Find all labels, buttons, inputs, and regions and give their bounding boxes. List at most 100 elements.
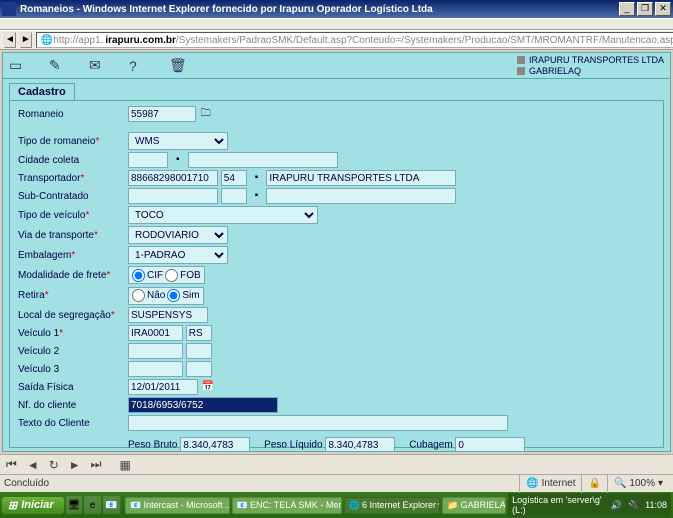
label-sub-contratado: Sub-Contratado (18, 191, 89, 202)
status-text: Concluído (4, 478, 49, 489)
veiculo1-uf[interactable] (186, 325, 212, 341)
mail-icon[interactable]: ✉ (89, 57, 129, 74)
cidade-coleta-cod[interactable] (128, 152, 168, 168)
last-icon[interactable]: ⏭ (91, 457, 102, 472)
address-bar[interactable]: 🌐 http://app1.irapuru.com.br/Systemakers… (36, 32, 673, 48)
next-icon[interactable]: ► (69, 458, 81, 472)
ql-ie-icon[interactable]: e (84, 496, 101, 514)
lookup-icon[interactable]: ▪ (171, 153, 185, 167)
status-protected: 🔒 (581, 475, 606, 493)
label-veiculo1: Veículo 1 (18, 328, 59, 339)
windows-icon: ⊞ (8, 499, 17, 512)
texto-cliente-input[interactable] (128, 415, 508, 431)
tab-cadastro[interactable]: Cadastro (9, 83, 75, 100)
label-romaneio: Romaneio (18, 109, 64, 120)
lookup-icon[interactable]: 🗀 (199, 107, 213, 121)
bullet-icon (517, 56, 525, 64)
company-info: IRAPURU TRANSPORTES LTDA GABRIELAQ (517, 55, 664, 77)
prev-icon[interactable]: ◄ (27, 458, 39, 472)
label-embalagem: Embalagem (18, 250, 71, 261)
back-button[interactable]: ◄ (4, 32, 16, 48)
status-zoom[interactable]: 🔍100% ▾ (607, 475, 669, 493)
via-transporte-select[interactable]: RODOVIARIO (128, 226, 228, 244)
label-retira: Retira (18, 290, 45, 301)
embalagem-select[interactable]: 1-PADRAO (128, 246, 228, 264)
label-transportador: Transportador (18, 173, 80, 184)
peso-bruto-value (180, 437, 250, 452)
veiculo1-placa[interactable] (128, 325, 183, 341)
sub-seq[interactable] (221, 188, 247, 204)
task-enc[interactable]: 📧 ENC: TELA SMK - Men... (232, 497, 342, 514)
status-zone: 🌐Internet (519, 475, 581, 493)
retira-nao-radio[interactable] (132, 289, 145, 302)
minimize-button[interactable]: _ (619, 2, 635, 16)
calendar-icon[interactable]: 📅 (201, 380, 215, 394)
tipo-veiculo-select[interactable]: TOCO (128, 206, 318, 224)
doc-icon[interactable]: ▭ (9, 57, 49, 74)
ie-toolbar (0, 18, 673, 30)
frete-fob-radio[interactable] (165, 269, 178, 282)
label-nf-cliente: Nf. do cliente (18, 400, 76, 411)
veiculo2-placa[interactable] (128, 343, 183, 359)
ql-desktop-icon[interactable]: 🖥 (66, 496, 83, 514)
form-panel: Romaneio 🗀 Tipo de romaneio* WMS Cidade … (9, 100, 664, 448)
window-titlebar: Romaneios - Windows Internet Explorer fo… (0, 0, 673, 18)
label-local-segregacao: Local de segregação (18, 310, 111, 321)
label-cidade-coleta: Cidade coleta (18, 155, 79, 166)
cidade-coleta-desc (188, 152, 338, 168)
help-icon[interactable]: ? (129, 58, 169, 74)
maximize-button[interactable]: ❐ (637, 2, 653, 16)
tipo-romaneio-select[interactable]: WMS (128, 132, 228, 150)
refresh-icon[interactable]: ↻ (49, 458, 59, 472)
close-button[interactable]: ✕ (655, 2, 671, 16)
transportador-cod[interactable] (128, 170, 218, 186)
address-bar-row: ◄ ► 🌐 http://app1.irapuru.com.br/Systema… (0, 30, 673, 50)
label-veiculo3: Veículo 3 (18, 364, 59, 375)
frete-fob-option[interactable]: FOB (165, 269, 201, 282)
ql-outlook-icon[interactable]: 📧 (103, 496, 120, 514)
first-icon[interactable]: ⏮ (6, 457, 17, 472)
peso-liquido-value (325, 437, 395, 452)
label-veiculo2: Veículo 2 (18, 346, 59, 357)
lookup-icon[interactable]: ▪ (250, 189, 264, 203)
label-via-transporte: Via de transporte (18, 230, 94, 241)
app-toolbar: ▭ ✎ ✉ ? 🗑 IRAPURU TRANSPORTES LTDA GABRI… (3, 53, 670, 79)
romaneio-input[interactable] (128, 106, 196, 122)
company-line1: IRAPURU TRANSPORTES LTDA (529, 55, 664, 66)
status-bar: Concluído 🌐Internet 🔒 🔍100% ▾ (0, 474, 673, 492)
saida-fisica-input[interactable] (128, 379, 198, 395)
tray-text: Logística em 'server\g' (L:) (512, 495, 605, 515)
record-nav: ⏮ ◄ ↻ ► ⏭ ▦ (0, 454, 673, 474)
transportador-nome (266, 170, 456, 186)
veiculo3-placa[interactable] (128, 361, 183, 377)
tray-icon[interactable]: 🔊 (611, 500, 622, 511)
task-intercast[interactable]: 📧 Intercast - Microsoft ... (125, 497, 229, 514)
veiculo2-uf[interactable] (186, 343, 212, 359)
sub-cod[interactable] (128, 188, 218, 204)
forward-button[interactable]: ► (20, 32, 32, 48)
edit-icon[interactable]: ✎ (49, 57, 89, 74)
nf-cliente-input[interactable] (128, 397, 278, 413)
tray-icon[interactable]: 🔌 (628, 500, 639, 511)
label-texto-cliente: Texto do Cliente (18, 418, 90, 429)
label-tipo-romaneio: Tipo de romaneio (18, 136, 95, 147)
table-icon[interactable]: ▦ (119, 458, 130, 472)
frete-cif-radio[interactable] (132, 269, 145, 282)
bullet-icon (517, 67, 525, 75)
app-icon (2, 2, 16, 16)
trash-icon[interactable]: 🗑 (169, 57, 209, 74)
retira-radio-group: Não Sim (128, 287, 204, 305)
task-ie[interactable]: 🌐 6 Internet Explorer ▾ (344, 497, 441, 514)
system-tray[interactable]: Logística em 'server\g' (L:) 🔊 🔌 11:08 (508, 493, 671, 517)
retira-sim-option[interactable]: Sim (167, 289, 199, 302)
local-segregacao-input[interactable] (128, 307, 208, 323)
start-button[interactable]: ⊞Iniciar (2, 497, 64, 514)
label-peso-bruto: Peso Bruto (128, 440, 177, 451)
frete-cif-option[interactable]: CIF (132, 269, 163, 282)
task-gabriela[interactable]: 📁 GABRIELA (442, 497, 506, 514)
retira-sim-radio[interactable] (167, 289, 180, 302)
veiculo3-uf[interactable] (186, 361, 212, 377)
lookup-icon[interactable]: ▪ (250, 171, 264, 185)
retira-nao-option[interactable]: Não (132, 289, 165, 302)
transportador-seq[interactable] (221, 170, 247, 186)
